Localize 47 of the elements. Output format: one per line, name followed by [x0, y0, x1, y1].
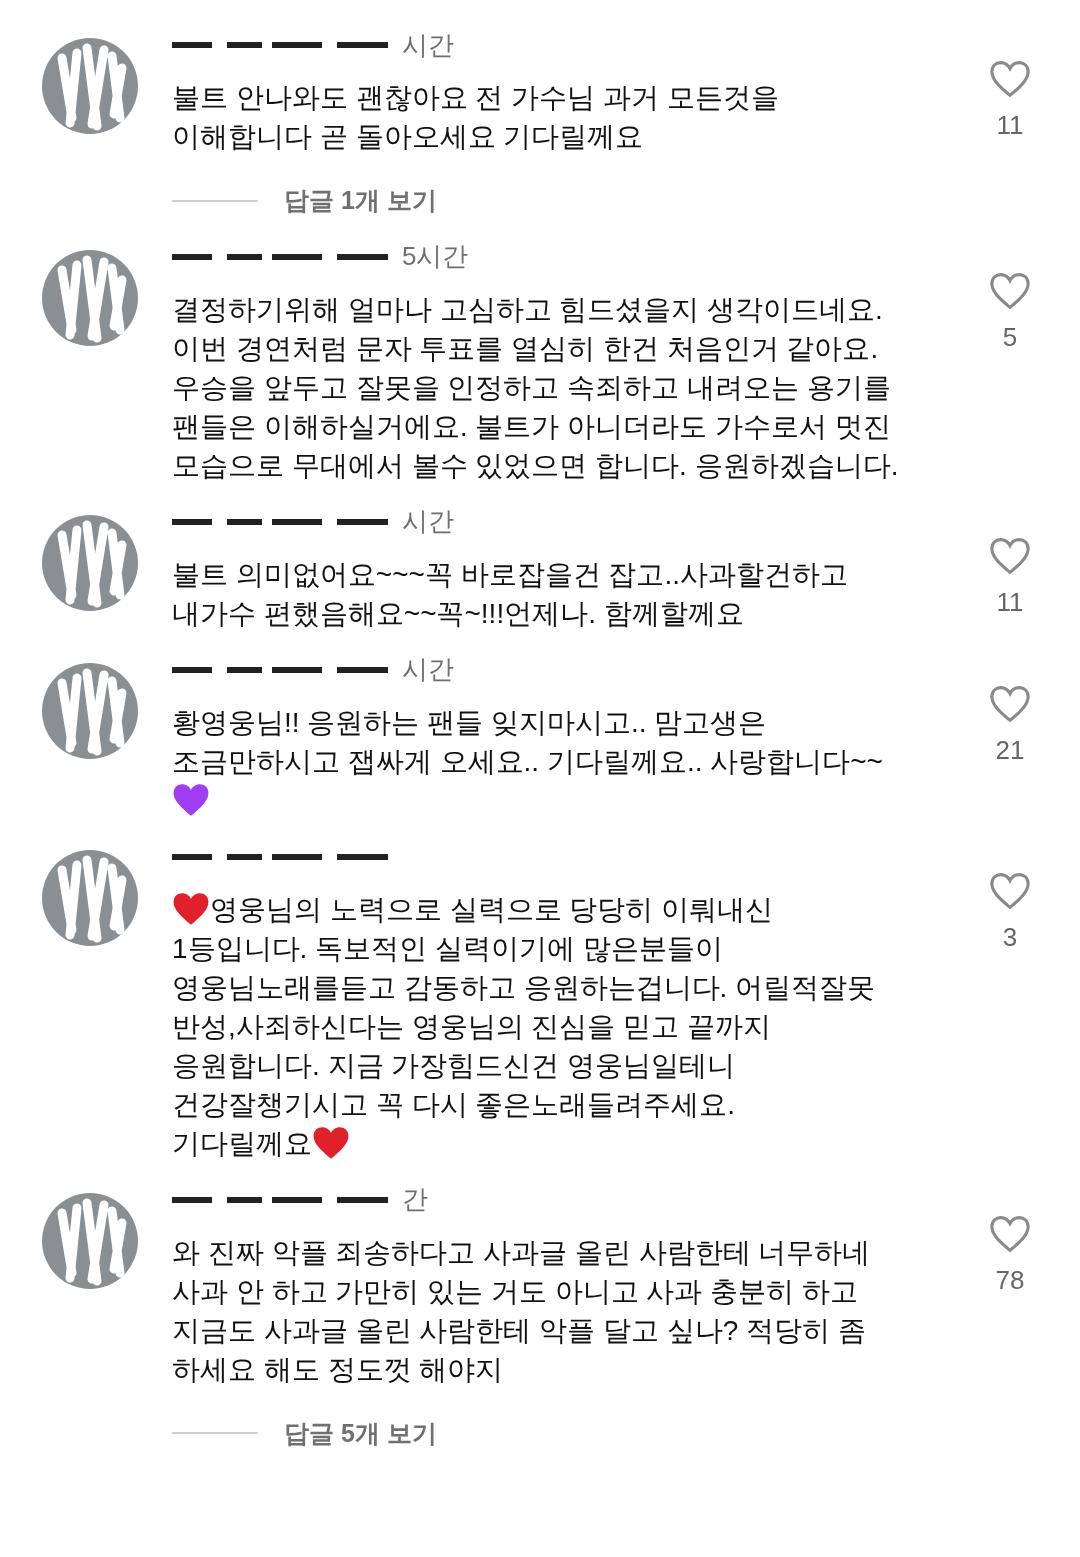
heart-icon[interactable] — [989, 871, 1031, 910]
avatar[interactable] — [42, 38, 138, 134]
comment-text: 이번 경연처럼 문자 투표를 열심히 한건 처음인거 같아요. — [172, 332, 879, 364]
comment-text: 우승을 앞두고 잘못을 인정하고 속죄하고 내려오는 용기를 — [172, 371, 891, 403]
avatar[interactable] — [42, 662, 138, 759]
comment-time: 시간 — [402, 505, 454, 538]
avatar[interactable] — [42, 849, 138, 946]
comment-text: 영웅님노래를듣고 감동하고 응원하는겁니다. 어릴적잘못 — [172, 971, 876, 1003]
comment-text: 불트 의미없어요~~~꼭 바로잡을건 잡고..사과할건하고 — [172, 558, 848, 590]
comment-text: 황영웅님!! 응원하는 팬들 잊지마시고.. 맘고생은 — [172, 706, 767, 738]
view-replies-link[interactable]: 답글 1개 보기 — [284, 182, 437, 220]
like-count: 3 — [1002, 920, 1018, 954]
comment-text: 불트 안나와도 괜찮아요 전 가수님 과거 모든것을 — [172, 82, 779, 113]
comment-text: 1등입니다. 독보적인 실력이기에 많은분들이 — [172, 932, 723, 964]
avatar[interactable] — [42, 249, 138, 346]
comment-time: 간 — [402, 1183, 428, 1216]
comment-text: 영웅님의 노력으로 실력으로 당당히 이뤄내신 — [210, 893, 774, 925]
heart-icon[interactable] — [989, 684, 1031, 723]
comment-time: 시간 — [402, 653, 454, 686]
comment-time: 시간 — [402, 28, 454, 62]
like-count: 11 — [996, 109, 1024, 142]
like-count: 78 — [995, 1263, 1025, 1297]
comment-text: 이해합니다 곧 돌아오세요 기다릴께요 — [172, 121, 644, 152]
like-count: 11 — [996, 585, 1024, 619]
comment-text: 기다릴께요 — [172, 1127, 312, 1159]
comment-time: 5시간 — [402, 240, 469, 273]
comment-text: 지금도 사과글 올린 사람한테 악플 달고 싶나? 적당히 좀 — [172, 1314, 866, 1346]
comment-text: 조금만하시고 잽싸게 오세요.. 기다릴께요.. 사랑합니다~~ — [172, 745, 883, 777]
comment-text: 모습으로 무대에서 볼수 있었으면 합니다. 응원하겠습니다. — [172, 449, 899, 481]
comment-text: 반성,사죄하신다는 영웅님의 진심을 믿고 끝까지 — [172, 1010, 771, 1042]
comment-text: 와 진짜 악플 죄송하다고 사과글 올린 사람한테 너무하네 — [172, 1236, 871, 1268]
avatar[interactable] — [42, 514, 138, 611]
view-replies-link[interactable]: 답글 5개 보기 — [284, 1414, 437, 1452]
comment-text: 응원합니다. 지금 가장힘드신건 영웅님일테니 — [172, 1049, 736, 1081]
comment-text: 건강잘챙기시고 꼭 다시 좋은노래들려주세요. — [172, 1088, 736, 1120]
heart-icon[interactable] — [989, 60, 1031, 98]
comment-text: 결정하기위해 얼마나 고심하고 힘드셨을지 생각이드네요. — [172, 293, 883, 325]
like-count: 5 — [1002, 320, 1018, 354]
comment-text: 사과 안 하고 가만히 있는 거도 아니고 사과 충분히 하고 — [172, 1275, 858, 1307]
heart-icon[interactable] — [989, 271, 1031, 310]
comment-text: 팬들은 이해하실거에요. 불트가 아니더라도 가수로서 멋진 — [172, 410, 891, 442]
like-count: 21 — [995, 733, 1025, 767]
heart-icon[interactable] — [989, 1214, 1031, 1253]
avatar[interactable] — [42, 1192, 138, 1289]
comment-text: 내가수 편했음해요~~꼭~!!!언제나. 함께할께요 — [172, 597, 744, 629]
comment-text: 하세요 해도 정도껏 해야지 — [172, 1353, 504, 1385]
heart-icon[interactable] — [989, 536, 1031, 575]
